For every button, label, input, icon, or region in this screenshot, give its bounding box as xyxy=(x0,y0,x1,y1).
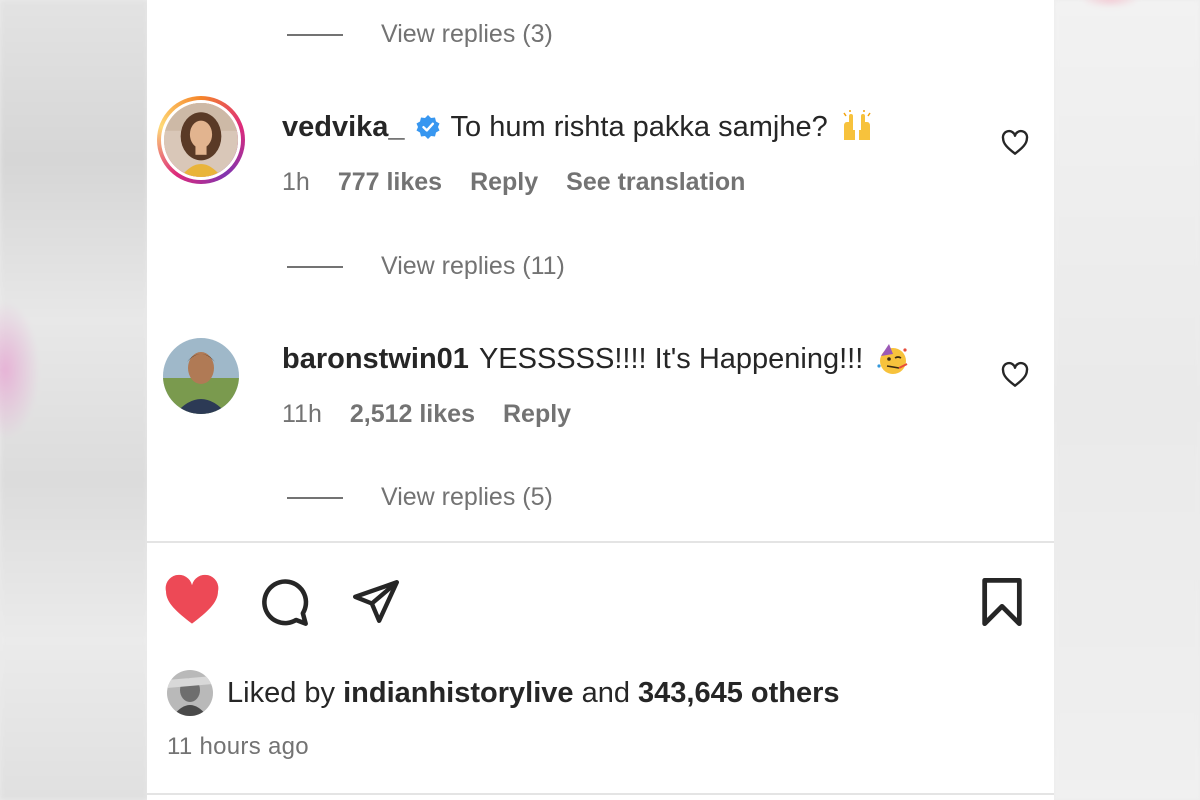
replies-dash xyxy=(287,33,343,36)
comment-meta: 11h 2,512 likes Reply xyxy=(282,400,909,429)
avatar[interactable] xyxy=(157,96,245,184)
post-action-bar xyxy=(163,574,1043,634)
comment-heart-icon[interactable] xyxy=(1000,128,1030,158)
replies-dash xyxy=(287,265,343,268)
comment-line: vedvika_ To hum rishta pakka samjhe? xyxy=(282,110,874,144)
comment-text: YESSSSS!!!! It's Happening!!! xyxy=(478,342,864,375)
raising-hands-emoji-icon xyxy=(840,110,874,144)
section-divider xyxy=(147,541,1054,543)
liked-by-and: and xyxy=(581,676,630,709)
blurred-background-right xyxy=(1054,0,1200,800)
comment-meta: 1h 777 likes Reply See translation xyxy=(282,168,874,197)
comment-username[interactable]: baronstwin01 xyxy=(282,343,469,376)
avatar[interactable] xyxy=(163,338,239,414)
reply-button[interactable]: Reply xyxy=(503,400,571,429)
comments-panel: View replies (3) vedvika_ To hum rishta … xyxy=(147,0,1054,800)
comment-text: To hum rishta pakka samjhe? xyxy=(450,110,828,143)
comment-line: baronstwin01 YESSSSS!!!! It's Happening!… xyxy=(282,342,909,376)
comment-body: baronstwin01 YESSSSS!!!! It's Happening!… xyxy=(282,342,909,429)
replies-dash xyxy=(287,496,343,499)
verified-badge-icon xyxy=(415,114,441,140)
bookmark-icon[interactable] xyxy=(979,576,1025,633)
comment-time[interactable]: 11h xyxy=(282,400,322,429)
comment-username[interactable]: vedvika_ xyxy=(282,111,405,144)
blurred-background-left xyxy=(0,0,148,800)
view-replies-label: View replies (3) xyxy=(381,20,553,48)
liked-by-prefix: Liked by xyxy=(227,676,336,709)
view-replies-button[interactable]: View replies (3) xyxy=(287,20,553,49)
comment-body: vedvika_ To hum rishta pakka samjhe? 1h … xyxy=(282,110,874,197)
post-timestamp[interactable]: 11 hours ago xyxy=(167,733,309,761)
view-replies-label: View replies (5) xyxy=(381,483,553,511)
comment-likes[interactable]: 2,512 likes xyxy=(350,400,475,429)
avatar-image xyxy=(161,100,241,180)
comment-icon[interactable] xyxy=(257,576,311,633)
liked-by-avatar xyxy=(167,670,213,716)
liked-by-user[interactable]: indianhistorylive xyxy=(343,677,573,710)
liked-by-count[interactable]: 343,645 others xyxy=(638,677,840,710)
view-replies-button[interactable]: View replies (5) xyxy=(287,483,553,512)
see-translation-button[interactable]: See translation xyxy=(566,168,745,197)
comment-heart-icon[interactable] xyxy=(1000,360,1030,390)
reply-button[interactable]: Reply xyxy=(470,168,538,197)
liked-by-row[interactable]: Liked by indianhistorylive and 343,645 o… xyxy=(167,670,840,716)
screenshot-stage: View replies (3) vedvika_ To hum rishta … xyxy=(0,0,1200,800)
comment-likes[interactable]: 777 likes xyxy=(338,168,442,197)
view-replies-button[interactable]: View replies (11) xyxy=(287,252,565,281)
view-replies-label: View replies (11) xyxy=(381,252,565,280)
bottom-divider xyxy=(147,793,1054,795)
partying-face-emoji-icon xyxy=(875,342,909,376)
comment-time[interactable]: 1h xyxy=(282,168,310,197)
heart-icon[interactable] xyxy=(163,574,221,631)
share-icon[interactable] xyxy=(349,576,403,631)
